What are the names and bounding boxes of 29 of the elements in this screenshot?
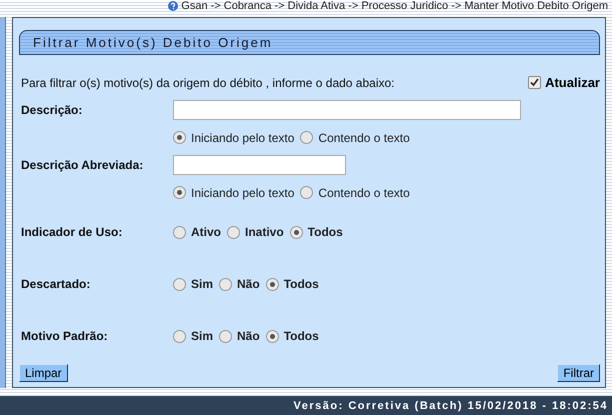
intro-text: Para filtrar o(s) motivo(s) da origem do débito , informe o dado abaixo: [21,76,395,90]
radio-option[interactable]: Inativo [227,225,284,239]
radio-option[interactable]: Sim [173,329,214,343]
radio-option[interactable]: Sim [173,277,214,291]
field-label: Descrição: [21,103,84,117]
radio-option[interactable]: Todos [266,277,319,291]
radio-option[interactable]: Ativo [173,225,221,239]
filter-button[interactable]: Filtrar [557,364,600,382]
radio-option[interactable]: Contendo o texto [300,186,410,200]
checkbox[interactable] [528,76,542,89]
checkbox-label: Atualizar [545,75,600,90]
text-field[interactable] [173,100,521,120]
radio-option[interactable]: Contendo o texto [300,130,410,144]
radio-option[interactable]: Não [219,277,260,291]
breadcrumb: Gsan -> Cobranca -> Divida Ativa -> Processo Juridico -> Manter Motivo Debito Origem [181,0,608,12]
radio-option[interactable]: Todos [290,225,343,239]
radio-option[interactable]: Não [219,329,260,343]
field-label: Descrição Abreviada: [21,158,144,172]
radio-option[interactable]: Iniciando pelo texto [173,130,294,144]
radio-option[interactable]: Todos [266,329,319,343]
clear-button[interactable]: Limpar [19,364,68,382]
field-label: Descartado: [21,277,92,291]
field-label: Indicador de Uso: [21,225,124,239]
field-label: Motivo Padrão: [21,329,109,343]
radio-option[interactable]: Iniciando pelo texto [173,186,294,200]
version-bar: Versão: Corretiva (Batch) 15/02/2018 - 18:02:54 [0,396,612,415]
panel-title: Filtrar Motivo(s) Debito Origem [19,30,600,55]
help-icon [168,1,178,11]
text-field[interactable] [173,155,346,175]
